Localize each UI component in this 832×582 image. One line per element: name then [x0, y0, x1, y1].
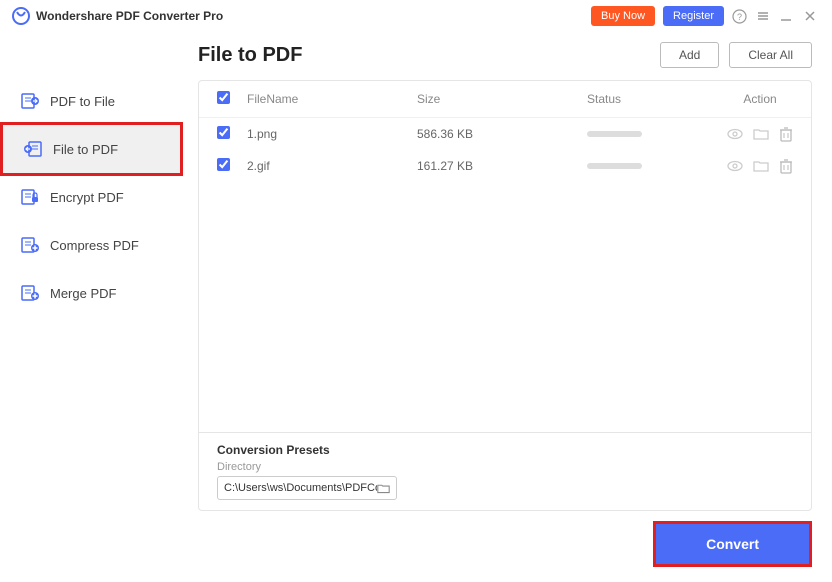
delete-icon[interactable]: [779, 158, 793, 174]
sidebar-item-pdf-to-file[interactable]: PDF to File: [0, 77, 183, 125]
file-size: 586.36 KB: [417, 127, 587, 141]
status-progress: [587, 131, 642, 137]
header-status: Status: [587, 92, 727, 106]
compress-pdf-icon: [20, 235, 40, 255]
status-progress: [587, 163, 642, 169]
preview-icon[interactable]: [727, 126, 743, 142]
pdf-to-file-icon: [20, 91, 40, 111]
menu-icon[interactable]: [756, 9, 772, 23]
delete-icon[interactable]: [779, 126, 793, 142]
add-button[interactable]: Add: [660, 42, 719, 68]
sidebar-item-label: Encrypt PDF: [50, 190, 124, 205]
folder-icon[interactable]: [753, 158, 769, 174]
select-all-checkbox[interactable]: [217, 91, 230, 104]
header-action: Action: [727, 92, 793, 106]
header-filename: FileName: [247, 92, 417, 106]
directory-label: Directory: [217, 461, 793, 473]
clear-all-button[interactable]: Clear All: [729, 42, 812, 68]
sidebar-item-label: Merge PDF: [50, 286, 116, 301]
directory-input[interactable]: [224, 482, 377, 494]
row-checkbox[interactable]: [217, 158, 230, 171]
app-logo-icon: [12, 7, 30, 25]
sidebar-item-encrypt-pdf[interactable]: Encrypt PDF: [0, 173, 183, 221]
svg-text:?: ?: [737, 12, 742, 22]
table-row: 2.gif 161.27 KB: [199, 150, 811, 182]
minimize-icon[interactable]: [780, 10, 796, 22]
page-title: File to PDF: [198, 44, 302, 67]
presets-panel: Conversion Presets Directory: [199, 432, 811, 510]
sidebar: PDF to File File to PDF Encrypt PDF Comp…: [0, 32, 183, 582]
table-row: 1.png 586.36 KB: [199, 118, 811, 150]
encrypt-pdf-icon: [20, 187, 40, 207]
preview-icon[interactable]: [727, 158, 743, 174]
file-size: 161.27 KB: [417, 159, 587, 173]
sidebar-item-label: PDF to File: [50, 94, 115, 109]
app-title: Wondershare PDF Converter Pro: [36, 9, 223, 23]
folder-icon[interactable]: [753, 126, 769, 142]
file-panel: FileName Size Status Action 1.png 586.36…: [198, 80, 812, 511]
buy-now-button[interactable]: Buy Now: [591, 6, 655, 26]
header-size: Size: [417, 92, 587, 106]
help-icon[interactable]: ?: [732, 9, 748, 24]
file-name: 1.png: [247, 127, 417, 141]
convert-button[interactable]: Convert: [656, 524, 809, 564]
merge-pdf-icon: [20, 283, 40, 303]
presets-title: Conversion Presets: [217, 443, 793, 457]
title-bar: Wondershare PDF Converter Pro Buy Now Re…: [0, 0, 832, 32]
row-checkbox[interactable]: [217, 126, 230, 139]
close-icon[interactable]: [804, 10, 820, 22]
sidebar-item-label: File to PDF: [53, 142, 118, 157]
sidebar-item-label: Compress PDF: [50, 238, 139, 253]
sidebar-item-merge-pdf[interactable]: Merge PDF: [0, 269, 183, 317]
file-name: 2.gif: [247, 159, 417, 173]
table-header: FileName Size Status Action: [199, 81, 811, 118]
sidebar-item-compress-pdf[interactable]: Compress PDF: [0, 221, 183, 269]
sidebar-item-file-to-pdf[interactable]: File to PDF: [0, 122, 183, 176]
file-to-pdf-icon: [23, 139, 43, 159]
browse-folder-icon[interactable]: [377, 482, 390, 495]
register-button[interactable]: Register: [663, 6, 724, 26]
